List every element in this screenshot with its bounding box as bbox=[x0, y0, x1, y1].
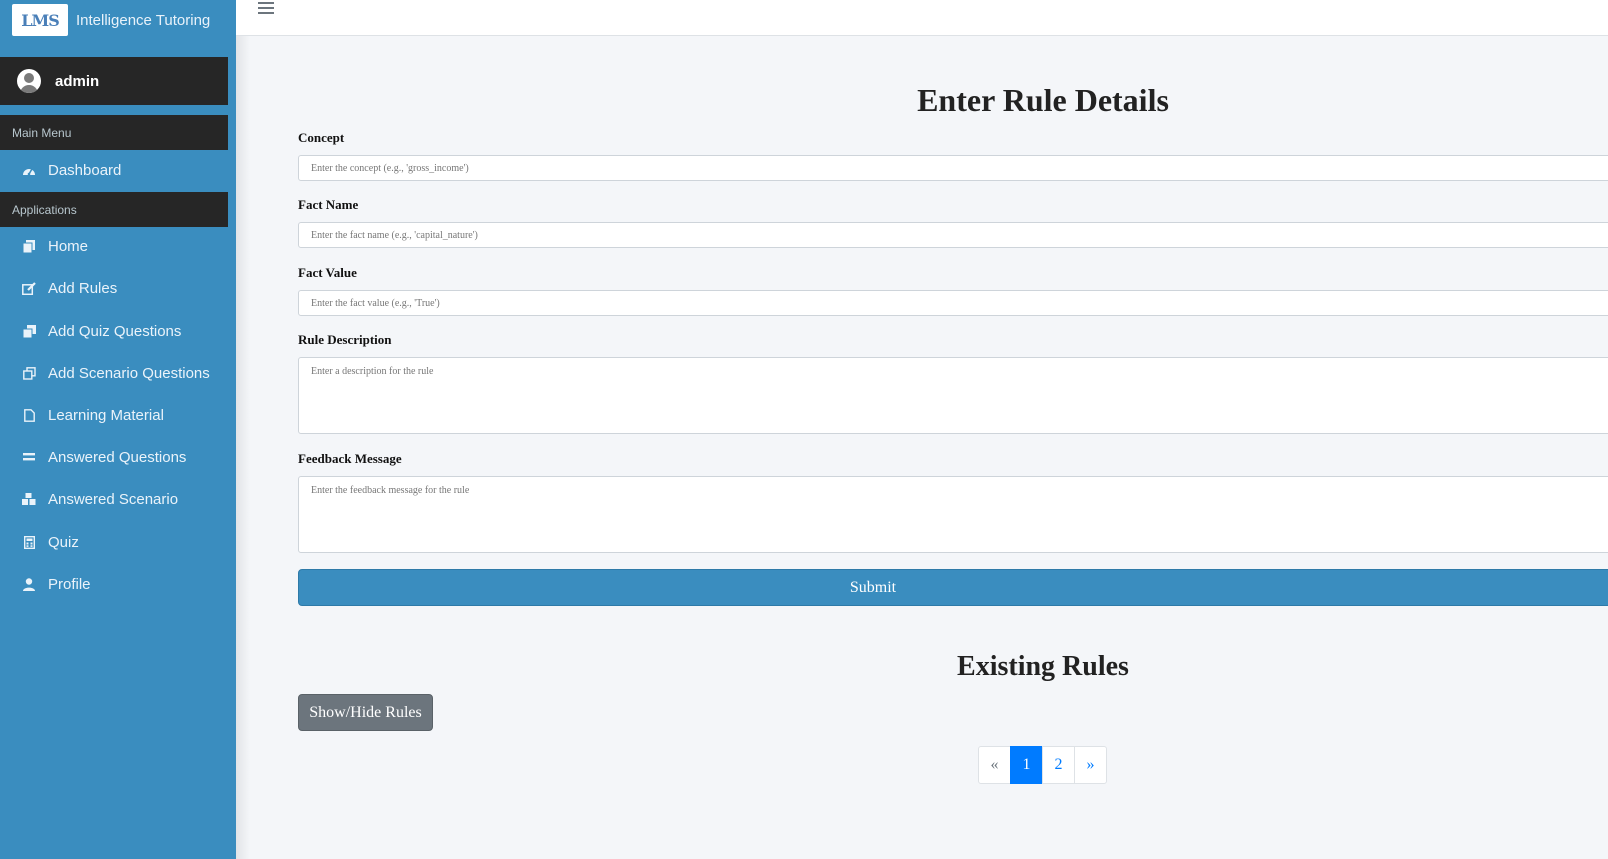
menu-toggle-icon[interactable] bbox=[258, 2, 274, 16]
user-name: admin bbox=[55, 72, 100, 90]
fact-value-input[interactable] bbox=[298, 290, 1608, 316]
sidebar-item-learning-material[interactable]: Learning Material bbox=[0, 397, 236, 433]
sidebar-item-label: Add Scenario Questions bbox=[48, 364, 210, 382]
sidebar-item-label: Quiz bbox=[48, 533, 79, 551]
fact-name-label: Fact Name bbox=[298, 197, 359, 212]
sidebar-shadow bbox=[236, 0, 250, 859]
feedback-message-label: Feedback Message bbox=[298, 451, 402, 466]
rule-description-textarea[interactable] bbox=[298, 357, 1608, 434]
sidebar-item-dashboard[interactable]: Dashboard bbox=[0, 152, 236, 188]
pagination-page-1[interactable]: 1 bbox=[1010, 746, 1043, 784]
feedback-message-textarea[interactable] bbox=[298, 476, 1608, 553]
concept-label: Concept bbox=[298, 130, 345, 145]
sidebar-item-profile[interactable]: Profile bbox=[0, 566, 236, 602]
applications-header: Applications bbox=[0, 192, 228, 227]
sidebar-item-label: Add Rules bbox=[48, 279, 118, 297]
sidebar-item-add-rules[interactable]: Add Rules bbox=[0, 270, 236, 306]
clone-outline-icon bbox=[22, 366, 36, 380]
boxes-icon bbox=[22, 492, 36, 506]
sidebar-item-quiz[interactable]: Quiz bbox=[0, 524, 236, 560]
user-icon bbox=[22, 577, 36, 591]
form-title: Enter Rule Details bbox=[917, 82, 1169, 118]
equals-icon bbox=[22, 450, 36, 464]
clone-icon bbox=[22, 324, 36, 338]
show-hide-rules-button[interactable]: Show/Hide Rules bbox=[298, 694, 433, 731]
sidebar-item-add-scenario-questions[interactable]: Add Scenario Questions bbox=[0, 355, 236, 391]
copy-icon bbox=[22, 239, 36, 253]
sidebar-item-answered-questions[interactable]: Answered Questions bbox=[0, 439, 236, 475]
sidebar-item-add-quiz-questions[interactable]: Add Quiz Questions bbox=[0, 313, 236, 349]
brand[interactable]: LMS Intelligence Tutoring bbox=[0, 0, 236, 40]
pagination-page-2[interactable]: 2 bbox=[1042, 746, 1075, 784]
sidebar-item-label: Add Quiz Questions bbox=[48, 322, 182, 340]
sidebar-item-label: Answered Scenario bbox=[48, 490, 179, 508]
fact-value-label: Fact Value bbox=[298, 265, 357, 280]
sidebar-item-label: Profile bbox=[48, 575, 91, 593]
sidebar-item-label: Answered Questions bbox=[48, 448, 187, 466]
pagination-next[interactable]: » bbox=[1074, 746, 1107, 784]
submit-button[interactable]: Submit bbox=[298, 569, 1608, 606]
dashboard-icon bbox=[22, 163, 36, 177]
avatar bbox=[17, 69, 41, 93]
pagination-prev[interactable]: « bbox=[978, 746, 1011, 784]
sidebar-item-answered-scenario[interactable]: Answered Scenario bbox=[0, 481, 236, 517]
pagination: « 1 2 » bbox=[978, 746, 1107, 784]
existing-rules-title: Existing Rules bbox=[957, 651, 1129, 682]
calculator-icon bbox=[22, 535, 36, 549]
brand-logo: LMS bbox=[12, 4, 68, 36]
sidebar: LMS Intelligence Tutoring admin Main Men… bbox=[0, 0, 236, 859]
edit-icon bbox=[22, 281, 36, 295]
sidebar-item-home[interactable]: Home bbox=[0, 228, 236, 264]
brand-title: Intelligence Tutoring bbox=[76, 11, 211, 29]
sidebar-item-label: Dashboard bbox=[48, 161, 122, 179]
user-panel[interactable]: admin bbox=[0, 57, 228, 105]
main-menu-header: Main Menu bbox=[0, 115, 228, 150]
sidebar-item-label: Home bbox=[48, 237, 89, 255]
top-navbar bbox=[236, 0, 1608, 36]
fact-name-input[interactable] bbox=[298, 222, 1608, 248]
concept-input[interactable] bbox=[298, 155, 1608, 181]
rule-description-label: Rule Description bbox=[298, 332, 392, 347]
sidebar-item-label: Learning Material bbox=[48, 406, 164, 424]
file-icon bbox=[22, 408, 36, 422]
